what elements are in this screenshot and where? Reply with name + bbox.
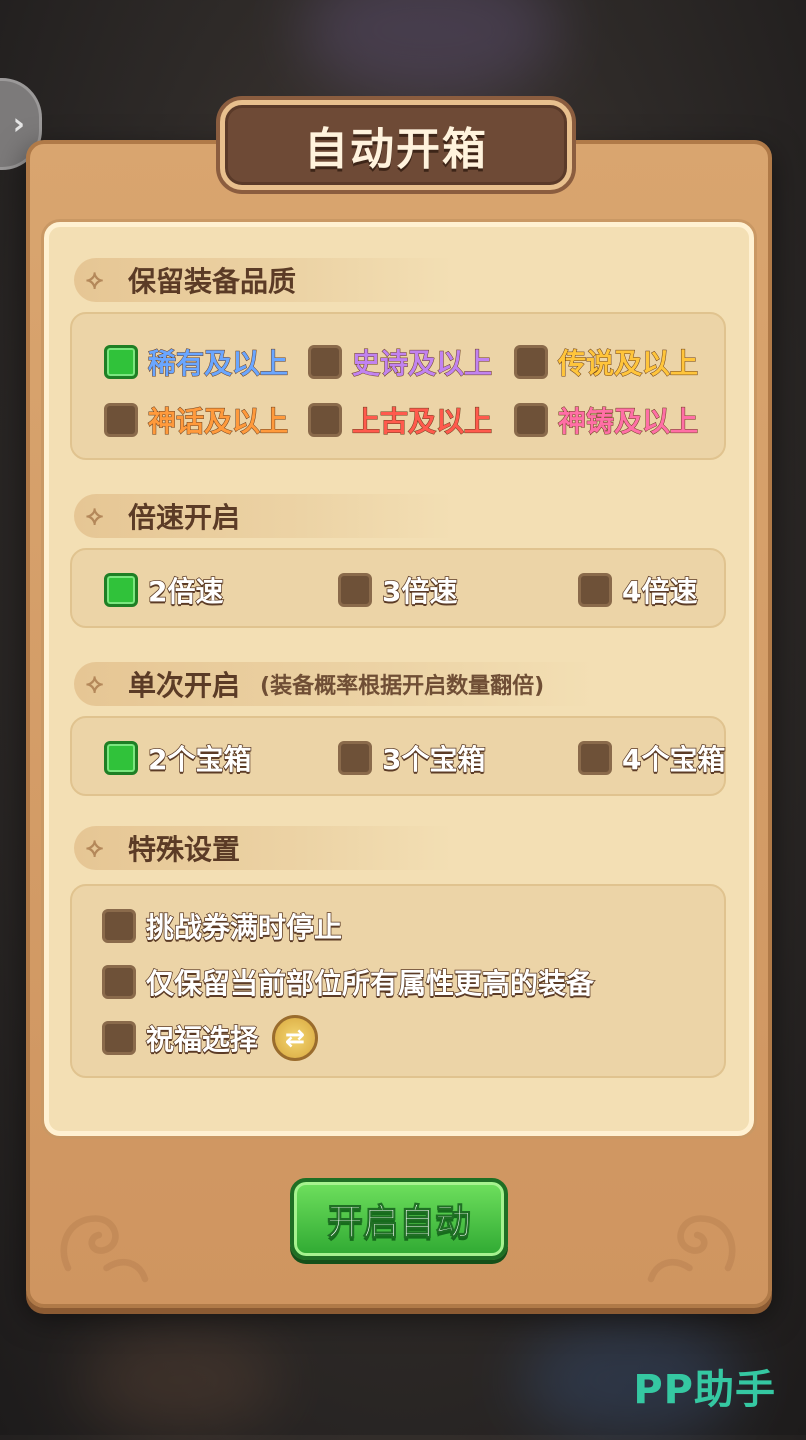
checkbox[interactable]	[102, 909, 136, 943]
checkbox[interactable]	[338, 573, 372, 607]
option-speed-3x[interactable]: 3倍速	[338, 570, 458, 610]
swirl-ornament-icon	[647, 1215, 736, 1283]
section-title: 单次开启	[128, 669, 241, 702]
leaf-icon: ⟡	[86, 264, 104, 295]
option-label: 上古及以上	[351, 405, 493, 439]
leaf-icon: ⟡	[86, 832, 104, 863]
option-label: 史诗及以上	[351, 347, 493, 381]
checkbox[interactable]	[514, 403, 548, 437]
option-legend[interactable]: 传说及以上	[514, 342, 699, 382]
section-title: 特殊设置	[128, 833, 241, 866]
checkbox[interactable]	[308, 403, 342, 437]
option-chest-3[interactable]: 3个宝箱	[338, 738, 486, 778]
option-label: 祝福选择	[145, 1022, 259, 1057]
swirl-ornament-icon	[60, 1215, 149, 1283]
leaf-icon: ⟡	[86, 668, 104, 699]
special-options-box: 挑战券满时停止 仅保留当前部位所有属性更高的装备 祝福选择 ⇄	[70, 884, 726, 1078]
start-auto-label: 开启自动	[326, 1202, 471, 1244]
option-label: 4倍速	[621, 574, 698, 609]
start-auto-button[interactable]: 开启自动	[290, 1178, 508, 1260]
chevron-right-icon: ›	[12, 106, 25, 142]
option-chest-4[interactable]: 4个宝箱	[578, 738, 726, 778]
option-rare[interactable]: 稀有及以上	[104, 342, 289, 382]
option-divine[interactable]: 神铸及以上	[514, 400, 699, 440]
option-stop-on-full-tickets[interactable]: 挑战券满时停止	[102, 906, 343, 946]
section-header-speed: ⟡ 倍速开启	[74, 494, 454, 538]
option-label: 2个宝箱	[147, 742, 252, 777]
checkbox[interactable]	[338, 741, 372, 775]
option-label: 仅保留当前部位所有属性更高的装备	[145, 966, 595, 1001]
checkbox[interactable]	[578, 573, 612, 607]
option-ancient[interactable]: 上古及以上	[308, 400, 493, 440]
checkbox[interactable]	[104, 345, 138, 379]
section-header-single: ⟡ 单次开启 (装备概率根据开启数量翻倍)	[74, 662, 594, 706]
quality-options-box: 稀有及以上 史诗及以上 传说及以上 神话及以上 上古及以上 神铸及以上	[70, 312, 726, 460]
section-header-quality: ⟡ 保留装备品质	[74, 258, 454, 302]
option-label: 神铸及以上	[557, 405, 699, 439]
option-label: 4个宝箱	[621, 742, 726, 777]
speed-options-box: 2倍速 3倍速 4倍速	[70, 548, 726, 628]
option-keep-higher-attributes[interactable]: 仅保留当前部位所有属性更高的装备	[102, 962, 595, 1002]
leaf-icon: ⟡	[86, 500, 104, 531]
option-speed-4x[interactable]: 4倍速	[578, 570, 698, 610]
checkbox[interactable]	[102, 1021, 136, 1055]
panel-title: 自动开箱	[304, 124, 488, 175]
section-title: 倍速开启	[128, 501, 241, 534]
option-chest-2[interactable]: 2个宝箱	[104, 738, 252, 778]
background-blur	[300, 0, 560, 100]
option-myth[interactable]: 神话及以上	[104, 400, 289, 440]
option-epic[interactable]: 史诗及以上	[308, 342, 493, 382]
swap-arrows-icon[interactable]: ⇄	[272, 1015, 319, 1061]
checkbox[interactable]	[308, 345, 342, 379]
option-label: 稀有及以上	[147, 347, 289, 381]
section-title: 保留装备品质	[128, 265, 297, 298]
option-blessing-select[interactable]: 祝福选择 ⇄	[102, 1015, 319, 1061]
option-label: 传说及以上	[557, 347, 699, 381]
checkbox[interactable]	[104, 403, 138, 437]
option-label: 3个宝箱	[381, 742, 486, 777]
option-label: 3倍速	[381, 574, 458, 609]
checkbox[interactable]	[514, 345, 548, 379]
watermark: PP助手	[633, 1367, 776, 1413]
background-blur	[80, 1330, 280, 1430]
option-label: 神话及以上	[147, 405, 289, 439]
option-label: 挑战券满时停止	[145, 910, 343, 945]
option-label: 2倍速	[147, 574, 224, 609]
checkbox[interactable]	[578, 741, 612, 775]
checkbox[interactable]	[104, 573, 138, 607]
single-options-box: 2个宝箱 3个宝箱 4个宝箱	[70, 716, 726, 796]
panel-title-plate: 自动开箱	[220, 100, 572, 190]
checkbox[interactable]	[104, 741, 138, 775]
option-speed-2x[interactable]: 2倍速	[104, 570, 224, 610]
section-header-special: ⟡ 特殊设置	[74, 826, 454, 870]
checkbox[interactable]	[102, 965, 136, 999]
section-note: (装备概率根据开启数量翻倍)	[260, 674, 545, 699]
